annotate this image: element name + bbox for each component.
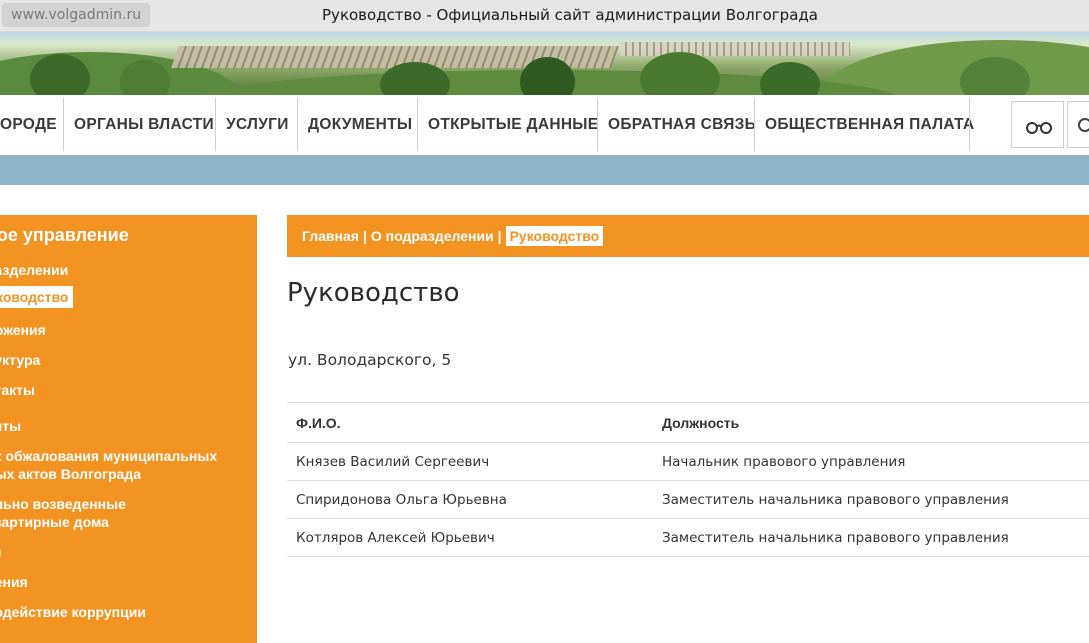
search-icon bbox=[1078, 118, 1089, 132]
nav-item-open-data[interactable]: ОТКРЫТЫЕ ДАННЫЕ bbox=[428, 98, 598, 151]
nav-item-public-chamber[interactable]: ОБЩЕСТВЕННАЯ ПАЛАТА bbox=[765, 98, 974, 151]
sidebar-item-news[interactable]: ти bbox=[0, 543, 1, 561]
nav-item-feedback[interactable]: ОБРАТНАЯ СВЯЗЬ bbox=[608, 98, 756, 151]
nav-divider bbox=[969, 98, 970, 151]
nav-item-about-city[interactable]: ОРОДЕ bbox=[0, 98, 57, 151]
sidebar-item-unauthorized-buildings[interactable]: ольно возведенные bbox=[0, 495, 126, 513]
table-row: Котляров Алексей Юрьевич Заместитель нач… bbox=[287, 518, 1089, 557]
glasses-icon bbox=[1026, 122, 1052, 134]
column-header-name: Ф.И.О. bbox=[287, 402, 653, 443]
nav-item-services[interactable]: УСЛУГИ bbox=[226, 98, 289, 151]
sidebar-item-documents[interactable]: енты bbox=[0, 417, 21, 435]
nav-divider bbox=[597, 98, 598, 151]
accessibility-button[interactable] bbox=[1011, 101, 1064, 148]
cell-position: Заместитель начальника правового управле… bbox=[653, 518, 1089, 557]
breadcrumb-home[interactable]: Главная bbox=[302, 228, 359, 244]
column-header-position: Должность bbox=[653, 402, 1089, 443]
table-row: Князев Василий Сергеевич Начальник право… bbox=[287, 442, 1089, 481]
cell-name: Спиридонова Ольга Юрьевна bbox=[287, 480, 653, 519]
sidebar-item-structure[interactable]: руктура bbox=[0, 351, 40, 369]
nav-divider bbox=[297, 98, 298, 151]
breadcrumb-separator: | bbox=[362, 228, 367, 244]
breadcrumb: Главная | О подразделении | Руководство bbox=[287, 215, 1089, 257]
breadcrumb-current: Руководство bbox=[505, 226, 604, 246]
cell-position: Начальник правового управления bbox=[653, 442, 1089, 481]
sidebar-item-regulations[interactable]: ложения bbox=[0, 321, 46, 339]
cell-position: Заместитель начальника правового управле… bbox=[653, 480, 1089, 519]
breadcrumb-about-department[interactable]: О подразделении bbox=[371, 228, 494, 244]
window-title: Руководство - Официальный сайт администр… bbox=[322, 6, 818, 24]
sidebar-item-about-department[interactable]: разделении bbox=[0, 261, 68, 279]
nav-divider bbox=[215, 98, 216, 151]
nav-item-authorities[interactable]: ОРГАНЫ ВЛАСТИ bbox=[74, 98, 214, 151]
sidebar-item-anti-corruption[interactable]: водействие коррупции bbox=[0, 603, 146, 621]
sidebar-title: вое управление bbox=[0, 225, 129, 245]
breadcrumb-separator: | bbox=[497, 228, 502, 244]
sidebar-item-unauthorized-buildings-line2[interactable]: квартирные дома bbox=[0, 513, 109, 531]
nav-divider bbox=[63, 98, 64, 151]
sidebar-item-appeal-procedure-line2[interactable]: вых актов Волгограда bbox=[0, 465, 141, 483]
sidebar-item-contacts[interactable]: нтакты bbox=[0, 381, 35, 399]
leadership-table: Ф.И.О. Должность Князев Василий Сергееви… bbox=[287, 402, 1089, 557]
table-header-row: Ф.И.О. Должность bbox=[287, 402, 1089, 443]
main-navigation: ОРОДЕ ОРГАНЫ ВЛАСТИ УСЛУГИ ДОКУМЕНТЫ ОТК… bbox=[0, 95, 1089, 155]
nav-item-documents[interactable]: ДОКУМЕНТЫ bbox=[308, 98, 412, 151]
sidebar-item-appeal-procedure[interactable]: ок обжалования муниципальных bbox=[0, 447, 217, 465]
header-banner-image bbox=[0, 32, 1089, 95]
table-row: Спиридонова Ольга Юрьевна Заместитель на… bbox=[287, 480, 1089, 519]
divider-band bbox=[0, 155, 1089, 185]
browser-titlebar: www.volgadmin.ru Руководство - Официальн… bbox=[0, 0, 1089, 32]
sidebar-item-announcements[interactable]: ления bbox=[0, 573, 28, 591]
address-text: ул. Володарского, 5 bbox=[288, 351, 452, 369]
cell-name: Князев Василий Сергеевич bbox=[287, 442, 653, 481]
nav-divider bbox=[417, 98, 418, 151]
cell-name: Котляров Алексей Юрьевич bbox=[287, 518, 653, 557]
nav-divider bbox=[754, 98, 755, 151]
page-title: Руководство bbox=[287, 278, 460, 308]
sidebar: вое управление разделении ководство ложе… bbox=[0, 215, 257, 643]
sidebar-item-leadership[interactable]: ководство bbox=[0, 286, 74, 308]
search-button[interactable] bbox=[1067, 101, 1089, 148]
